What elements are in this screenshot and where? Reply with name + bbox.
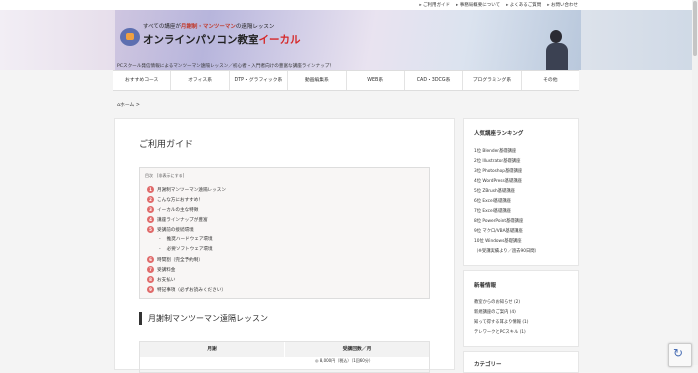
toc-item[interactable]: 8 お支払い: [147, 276, 175, 283]
category-widget: カテゴリー: [463, 351, 579, 373]
recaptcha-icon[interactable]: [668, 343, 692, 367]
ranking-title: 人気講座ランキング: [474, 131, 524, 137]
breadcrumb: ⌂ホーム >: [117, 103, 140, 108]
ranking-item[interactable]: 6位 Excel基礎講座: [474, 198, 511, 204]
top-link-guide[interactable]: ご利用ガイド: [419, 2, 450, 8]
breadcrumb-home[interactable]: ホーム: [120, 103, 134, 108]
banner-tagline: すべての講座が月謝制・マンツーマンの遠隔レッスン: [143, 24, 275, 30]
top-bar: ご利用ガイド 事務局概要について よくあるご質問 お問い合わせ: [0, 0, 698, 10]
news-item[interactable]: 教室からのお知らせ (2): [474, 299, 520, 305]
top-link-contact[interactable]: お問い合わせ: [547, 2, 578, 8]
toc-item[interactable]: 3 イーカルの主な特徴: [147, 206, 198, 213]
banner-subline: PCスクール発信情報によるマンツーマン遠隔レッスン／初心者・入門者向けの豊富な講…: [117, 64, 334, 69]
top-link-office[interactable]: 事務局概要について: [456, 2, 500, 8]
ranking-item[interactable]: 1位 Blender基礎講座: [474, 148, 516, 154]
table-cell: ◎ 8,000円（税込）（1回60分）: [315, 358, 373, 363]
header-banner: すべての講座が月謝制・マンツーマンの遠隔レッスン オンラインパソコン教室イーカル…: [0, 10, 698, 70]
ranking-item[interactable]: 4位 WordPress基礎講座: [474, 178, 522, 184]
toc-header[interactable]: 目次 [非表示にする]: [145, 173, 184, 179]
nav-item-recommended[interactable]: おすすめコース: [113, 71, 172, 90]
table-header: 月謝: [140, 342, 284, 357]
news-widget: 新着情報 教室からのお知らせ (2) 新規講座のご案内 (4) 知って得する耳よ…: [463, 270, 579, 347]
ranking-item[interactable]: 3位 Photoshop基礎講座: [474, 168, 522, 174]
toc-item[interactable]: 2 こんな方におすすめ！: [147, 196, 203, 203]
main-content: ご利用ガイド 目次 [非表示にする] 1 月謝制マンツーマン遠隔レッスン 2 こんな…: [114, 118, 455, 373]
toc-item[interactable]: 9 特記事項（必ずお読みください）: [147, 286, 226, 293]
top-links: ご利用ガイド 事務局概要について よくあるご質問 お問い合わせ: [419, 2, 578, 8]
news-item[interactable]: テレワークとPCスキル (1): [474, 329, 526, 335]
nav-item-programming[interactable]: プログラミング系: [463, 71, 522, 90]
news-title: 新着情報: [474, 283, 497, 289]
operator-image: [546, 30, 568, 70]
ranking-item[interactable]: 5位 ZBrush基礎講座: [474, 188, 515, 194]
toc-item[interactable]: 7 受講料金: [147, 266, 175, 273]
section-heading: 月謝制マンツーマン遠隔レッスン: [139, 312, 268, 325]
news-item[interactable]: 新規講座のご案内 (4): [474, 309, 516, 315]
toc-item[interactable]: 4 講座ラインナップが豊富: [147, 216, 208, 223]
category-title: カテゴリー: [474, 362, 502, 368]
toc-item[interactable]: 6 時間割（完全予約制）: [147, 256, 203, 263]
scrollbar-thumb[interactable]: [693, 1, 697, 56]
ranking-note: （※受講実績より／過去90日間）: [474, 249, 539, 254]
ranking-item[interactable]: 8位 PowerPoint基礎講座: [474, 218, 523, 224]
logo-icon[interactable]: [120, 28, 140, 46]
ranking-item[interactable]: 7位 Excel基礎講座: [474, 208, 511, 214]
nav-item-dtp[interactable]: DTP・グラフィック系: [230, 71, 289, 90]
main-nav: おすすめコース オフィス系 DTP・グラフィック系 動画編集系 WEB系 CAD…: [113, 70, 579, 91]
news-item[interactable]: 知って得する耳より情報 (1): [474, 319, 528, 325]
toc-subitem[interactable]: 推奨ハードウェア環境: [159, 236, 213, 242]
ranking-item[interactable]: 2位 Illustrator基礎講座: [474, 158, 520, 164]
toc-item[interactable]: 1 月謝制マンツーマン遠隔レッスン: [147, 186, 226, 193]
ranking-item[interactable]: 10位 Windows基礎講座: [474, 238, 522, 244]
ranking-item[interactable]: 9位 マクロ/VBA基礎講座: [474, 228, 523, 234]
site-title[interactable]: オンラインパソコン教室イーカル: [143, 32, 301, 47]
nav-item-other[interactable]: その他: [522, 71, 579, 90]
table-of-contents: 目次 [非表示にする] 1 月謝制マンツーマン遠隔レッスン 2 こんな方におすすめ！…: [139, 167, 430, 299]
toc-subitem[interactable]: 必要ソフトウェア環境: [159, 246, 213, 252]
nav-item-cad[interactable]: CAD・3DCG系: [405, 71, 464, 90]
top-link-faq[interactable]: よくあるご質問: [506, 2, 542, 8]
table-header: 受講回数／月: [285, 342, 429, 357]
fee-table: 月謝 受講回数／月 ◎ 8,000円（税込）（1回60分）: [139, 341, 430, 373]
nav-item-web[interactable]: WEB系: [347, 71, 405, 90]
page-title: ご利用ガイド: [139, 140, 194, 150]
nav-item-office[interactable]: オフィス系: [171, 71, 230, 90]
ranking-widget: 人気講座ランキング 1位 Blender基礎講座 2位 Illustrator基…: [463, 118, 579, 266]
toc-item[interactable]: 5 受講前の接続環境: [147, 226, 194, 233]
nav-item-video[interactable]: 動画編集系: [288, 71, 347, 90]
